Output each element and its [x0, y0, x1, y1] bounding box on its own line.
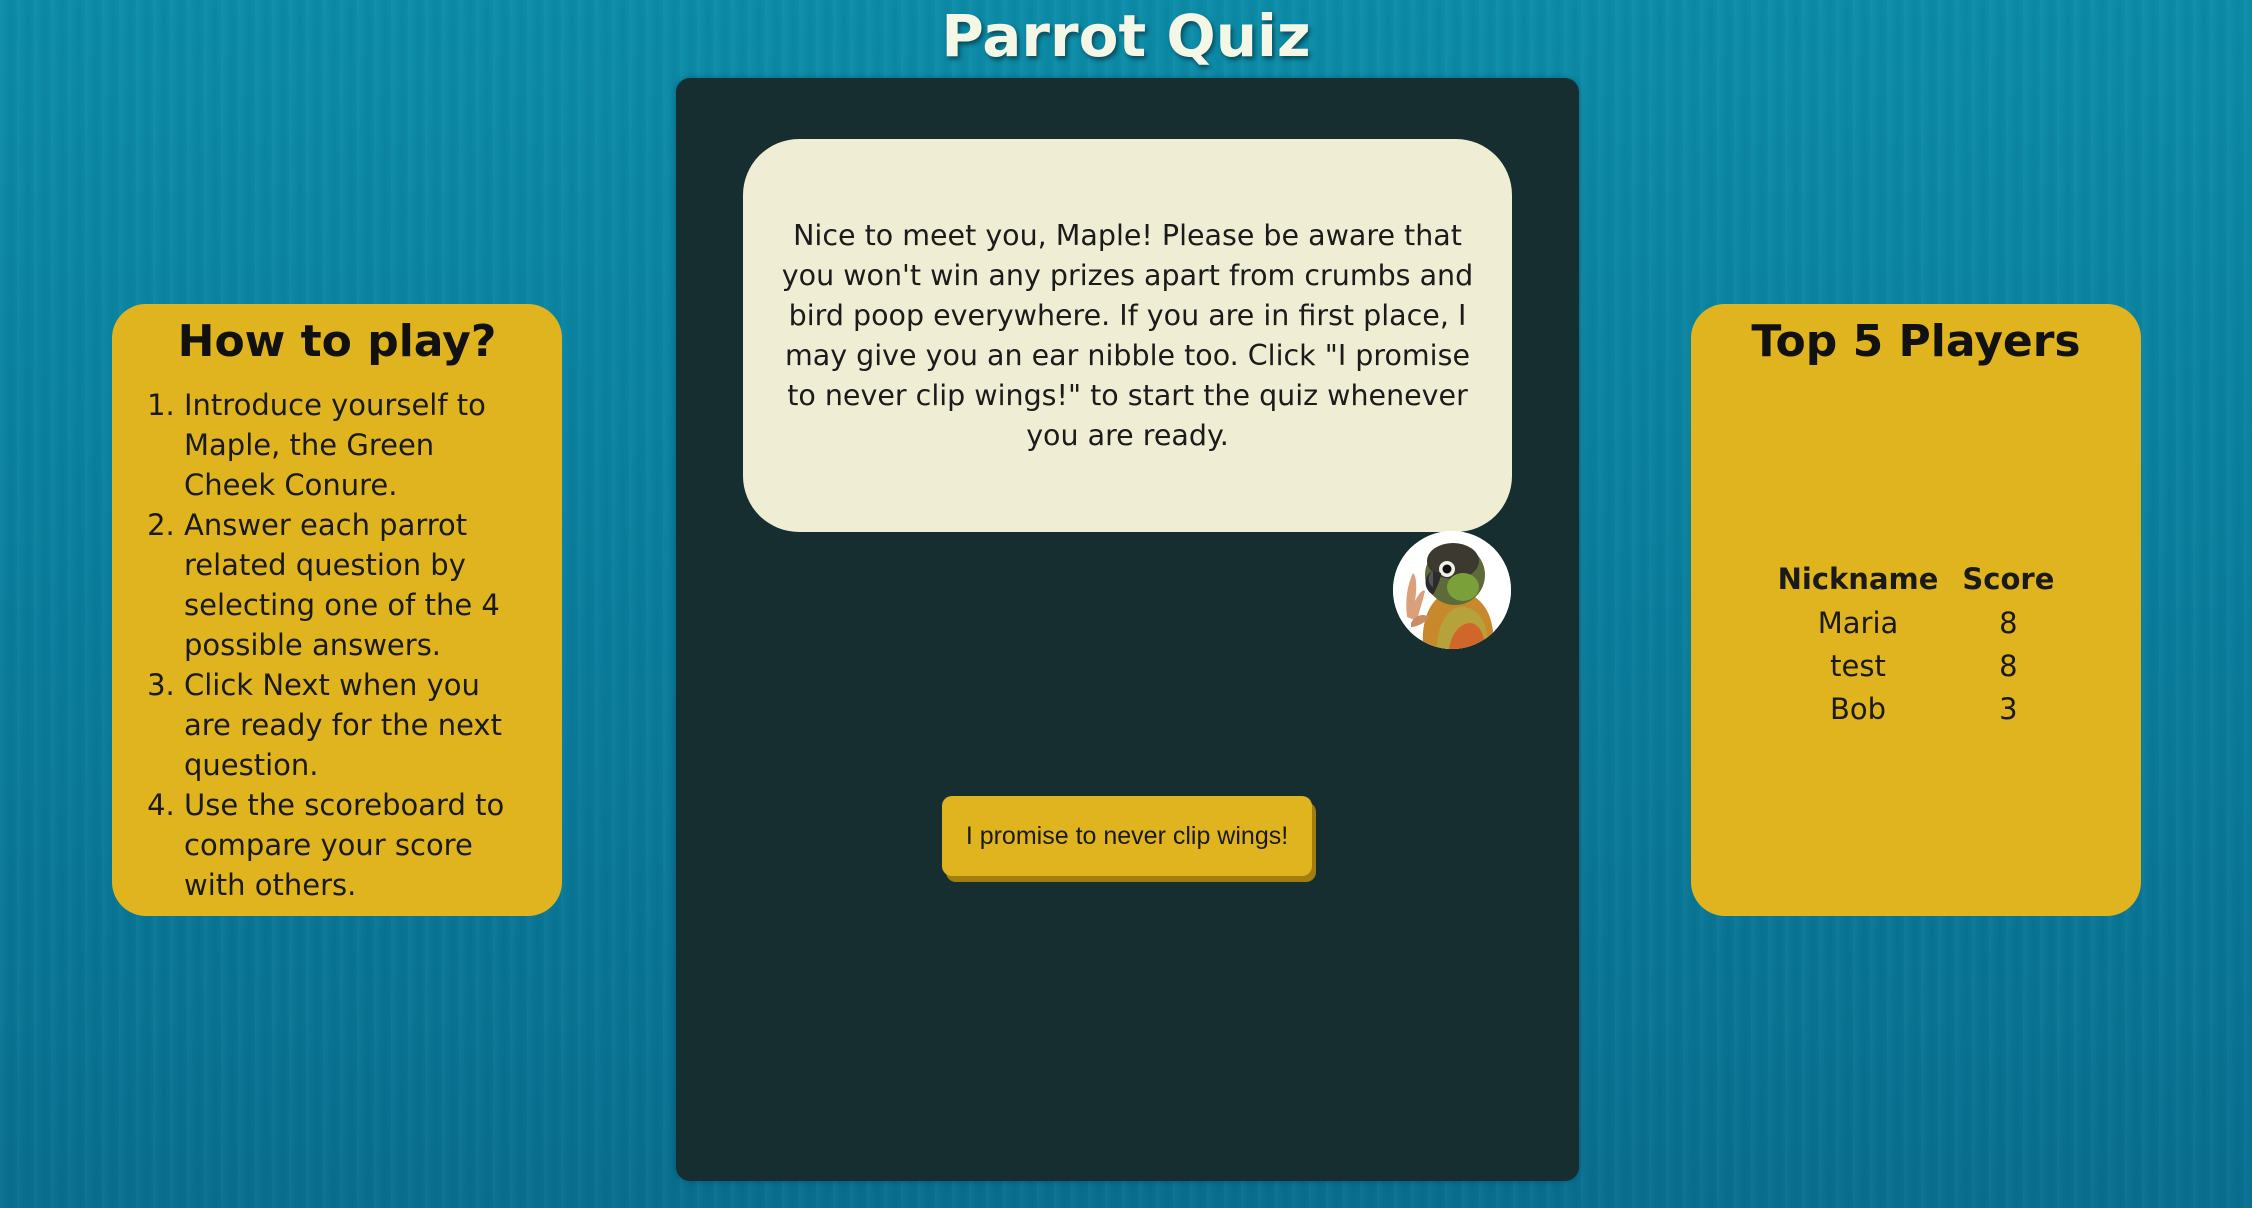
score-column-header: Score	[1962, 562, 2055, 596]
parrot-avatar-icon	[1393, 531, 1511, 649]
how-to-play-heading: How to play?	[177, 316, 497, 367]
game-panel: Nice to meet you, Maple! Please be aware…	[676, 78, 1579, 1181]
player-nickname: Maria	[1817, 605, 1899, 640]
table-row: Maria 8	[1766, 601, 2067, 644]
table-row: Bob 3	[1766, 687, 2067, 730]
parrot-message: Nice to meet you, Maple! Please be aware…	[781, 218, 1474, 452]
scoreboard-wrapper: Nickname Score Maria 8 test 8 Bob 3	[1691, 557, 2141, 730]
how-to-play-steps: Introduce yourself to Maple, the Green C…	[112, 385, 562, 905]
promise-start-button[interactable]: I promise to never clip wings!	[942, 796, 1312, 876]
step-item: Introduce yourself to Maple, the Green C…	[184, 385, 522, 505]
player-score: 3	[1999, 691, 2018, 726]
green-cheek-conure-icon	[1393, 531, 1511, 649]
table-row: test 8	[1766, 644, 2067, 687]
player-nickname: Bob	[1829, 691, 1887, 726]
scoreboard-card: Top 5 Players Nickname Score Maria 8 tes…	[1691, 304, 2141, 916]
scoreboard-table: Nickname Score Maria 8 test 8 Bob 3	[1766, 557, 2067, 730]
how-to-play-card: How to play? Introduce yourself to Maple…	[112, 304, 562, 916]
nickname-column-header: Nickname	[1777, 562, 1939, 596]
player-score: 8	[1999, 605, 2018, 640]
step-item: Use the scoreboard to compare your score…	[184, 785, 522, 905]
step-item: Click Next when you are ready for the ne…	[184, 665, 522, 785]
player-nickname: test	[1830, 648, 1886, 683]
player-score: 8	[1999, 648, 2018, 683]
scoreboard-header-row: Nickname Score	[1766, 557, 2067, 601]
scoreboard-heading: Top 5 Players	[1751, 316, 2081, 367]
page-title: Parrot Quiz	[941, 2, 1311, 70]
speech-bubble: Nice to meet you, Maple! Please be aware…	[743, 139, 1512, 532]
step-item: Answer each parrot related question by s…	[184, 505, 522, 665]
